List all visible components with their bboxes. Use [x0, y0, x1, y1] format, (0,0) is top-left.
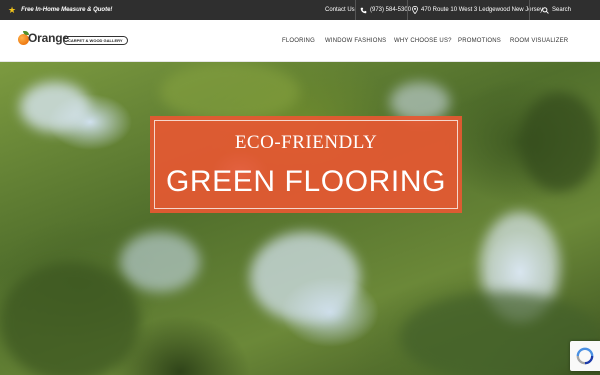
phone-icon	[360, 7, 367, 13]
contact-us-link[interactable]: Contact Us	[325, 0, 355, 20]
star-icon: ★	[8, 4, 17, 15]
nav-item-promotions[interactable]: PROMOTIONS	[458, 38, 501, 44]
phone-number: (973) 584-5300	[370, 7, 412, 13]
top-utility-bar: ★ Free In-Home Measure & Quote! Contact …	[0, 0, 600, 20]
recaptcha-icon	[576, 347, 594, 365]
store-address: 470 Route 10 West 3 Ledgewood New Jersey	[421, 7, 543, 13]
hero-banner: ECO-FRIENDLY GREEN FLOORING	[0, 62, 600, 375]
hero-title: GREEN FLOORING	[165, 165, 447, 198]
foliage-patch	[0, 262, 140, 375]
hero-title-box: ECO-FRIENDLY GREEN FLOORING	[150, 116, 462, 213]
foliage-patch	[520, 92, 600, 192]
site-logo[interactable]: Orange CARPET & WOOD GALLERY	[18, 30, 128, 52]
search-icon	[542, 6, 549, 14]
hero-subtitle: ECO-FRIENDLY	[234, 132, 378, 153]
nav-item-window-fashions[interactable]: WINDOW FASHIONS	[325, 38, 386, 44]
promo-text: Free In-Home Measure & Quote!	[21, 7, 113, 13]
search-button[interactable]: Search	[542, 0, 571, 20]
sky-patch	[20, 82, 90, 132]
sky-patch	[120, 232, 200, 292]
logo-badge: CARPET & WOOD GALLERY	[63, 36, 128, 45]
phone-link[interactable]: (973) 584-5300	[360, 0, 411, 20]
nav-item-flooring[interactable]: FLOORING	[282, 38, 315, 44]
address-link[interactable]: 470 Route 10 West 3 Ledgewood New Jersey	[412, 0, 543, 20]
nav-item-room-visualizer[interactable]: ROOM VISUALIZER	[510, 38, 568, 44]
recaptcha-badge[interactable]	[570, 341, 600, 371]
map-pin-icon	[412, 6, 418, 14]
search-label: Search	[552, 7, 572, 13]
contact-us-label: Contact Us	[325, 7, 355, 13]
divider	[529, 0, 530, 20]
divider	[407, 0, 408, 20]
foliage-patch	[160, 62, 300, 122]
sky-patch	[250, 232, 360, 322]
nav-item-why-choose-us[interactable]: WHY CHOOSE US?	[394, 38, 452, 44]
divider	[355, 0, 356, 20]
promo-link[interactable]: ★ Free In-Home Measure & Quote!	[8, 0, 112, 20]
